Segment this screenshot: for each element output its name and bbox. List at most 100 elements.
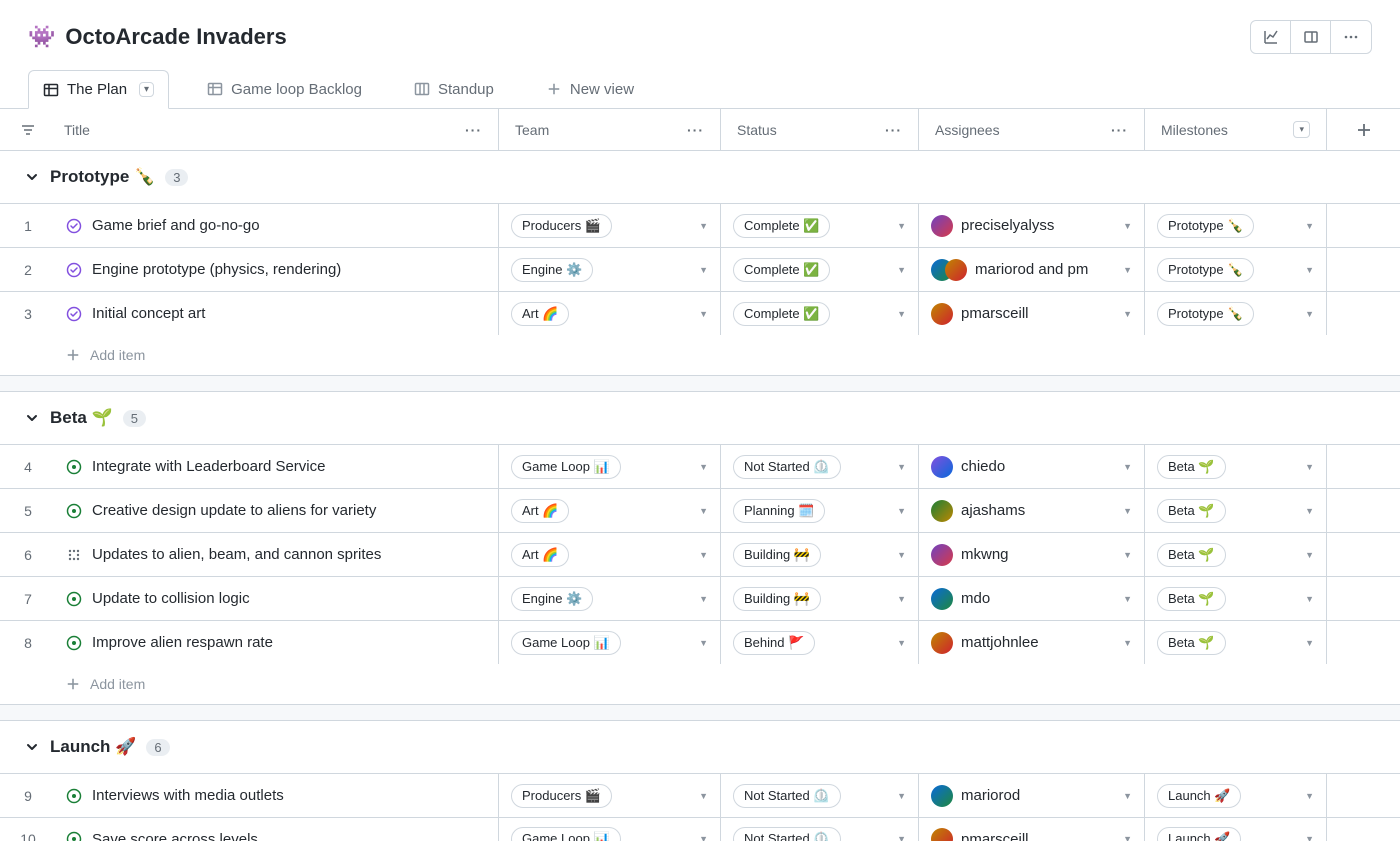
milestone-cell[interactable]: Beta 🌱▼ [1144,577,1326,620]
status-cell[interactable]: Not Started ⏲️▼ [720,445,918,488]
chevron-down-icon[interactable]: ▼ [699,309,708,319]
team-cell[interactable]: Producers 🎬▼ [498,774,720,817]
chevron-down-icon[interactable]: ▼ [699,462,708,472]
collapse-group-button[interactable] [24,169,40,185]
chevron-down-icon[interactable]: ▼ [699,221,708,231]
chevron-down-icon[interactable]: ▼ [699,791,708,801]
chevron-down-icon[interactable]: ▼ [1305,550,1314,560]
panel-toggle-button[interactable] [1291,21,1331,53]
team-cell[interactable]: Game Loop 📊▼ [498,445,720,488]
milestone-cell[interactable]: Prototype 🍾▼ [1144,292,1326,335]
column-assignees[interactable]: Assignees ··· [918,109,1144,150]
title-cell[interactable]: Engine prototype (physics, rendering) [56,248,498,291]
tab-dropdown-button[interactable]: ▾ [139,82,154,97]
table-row[interactable]: 3Initial concept artArt 🌈▼Complete ✅▼pma… [0,291,1400,335]
add-item-button[interactable]: Add item [0,335,1400,376]
tab-game-loop-backlog[interactable]: Game loop Backlog [193,71,376,108]
status-cell[interactable]: Complete ✅▼ [720,248,918,291]
column-menu-button[interactable]: ··· [687,122,704,138]
table-row[interactable]: 4Integrate with Leaderboard ServiceGame … [0,444,1400,488]
team-cell[interactable]: Art 🌈▼ [498,489,720,532]
table-row[interactable]: 8Improve alien respawn rateGame Loop 📊▼B… [0,620,1400,664]
chevron-down-icon[interactable]: ▼ [1123,550,1132,560]
chevron-down-icon[interactable]: ▼ [1123,506,1132,516]
tab-new-view[interactable]: New view [532,71,648,108]
status-cell[interactable]: Not Started ⏲️▼ [720,774,918,817]
add-column-button[interactable] [1326,109,1400,150]
chevron-down-icon[interactable]: ▼ [1123,221,1132,231]
status-cell[interactable]: Behind 🚩▼ [720,621,918,664]
chevron-down-icon[interactable]: ▼ [897,550,906,560]
column-menu-button[interactable]: ··· [465,122,482,138]
chevron-down-icon[interactable]: ▼ [1305,462,1314,472]
chevron-down-icon[interactable]: ▼ [897,221,906,231]
chevron-down-icon[interactable]: ▼ [699,594,708,604]
assignees-cell[interactable]: pmarsceill▼ [918,818,1144,841]
chevron-down-icon[interactable]: ▼ [699,550,708,560]
title-cell[interactable]: Save score across levels [56,818,498,841]
collapse-group-button[interactable] [24,739,40,755]
title-cell[interactable]: Game brief and go-no-go [56,204,498,247]
status-cell[interactable]: Complete ✅▼ [720,204,918,247]
tab-the-plan[interactable]: The Plan ▾ [28,70,169,109]
chevron-down-icon[interactable]: ▼ [1305,221,1314,231]
title-cell[interactable]: Creative design update to aliens for var… [56,489,498,532]
chevron-down-icon[interactable]: ▼ [897,265,906,275]
table-row[interactable]: 10Save score across levelsGame Loop 📊▼No… [0,817,1400,841]
chevron-down-icon[interactable]: ▼ [897,594,906,604]
table-row[interactable]: 9Interviews with media outletsProducers … [0,773,1400,817]
chevron-down-icon[interactable]: ▼ [1123,594,1132,604]
collapse-group-button[interactable] [24,410,40,426]
assignees-cell[interactable]: ajashams▼ [918,489,1144,532]
column-menu-button[interactable]: ··· [1111,122,1128,138]
insights-button[interactable] [1251,21,1291,53]
column-title[interactable]: Title ··· [56,109,498,150]
team-cell[interactable]: Engine ⚙️▼ [498,577,720,620]
column-milestones[interactable]: Milestones ▾ [1144,109,1326,150]
chevron-down-icon[interactable]: ▼ [897,834,906,841]
chevron-down-icon[interactable]: ▼ [897,791,906,801]
chevron-down-icon[interactable]: ▼ [897,462,906,472]
chevron-down-icon[interactable]: ▼ [1305,594,1314,604]
chevron-down-icon[interactable]: ▼ [1305,791,1314,801]
chevron-down-icon[interactable]: ▼ [1305,309,1314,319]
team-cell[interactable]: Game Loop 📊▼ [498,621,720,664]
status-cell[interactable]: Not Started ⏲️▼ [720,818,918,841]
milestone-cell[interactable]: Beta 🌱▼ [1144,621,1326,664]
title-cell[interactable]: Update to collision logic [56,577,498,620]
assignees-cell[interactable]: mariorod and pm▼ [918,248,1144,291]
status-cell[interactable]: Planning 🗓️▼ [720,489,918,532]
assignees-cell[interactable]: mdo▼ [918,577,1144,620]
team-cell[interactable]: Game Loop 📊▼ [498,818,720,841]
chevron-down-icon[interactable]: ▼ [1305,834,1314,841]
team-cell[interactable]: Engine ⚙️▼ [498,248,720,291]
column-status[interactable]: Status ··· [720,109,918,150]
milestone-cell[interactable]: Beta 🌱▼ [1144,533,1326,576]
chevron-down-icon[interactable]: ▼ [1123,462,1132,472]
chevron-down-icon[interactable]: ▼ [897,638,906,648]
chevron-down-icon[interactable]: ▼ [1123,638,1132,648]
title-cell[interactable]: Interviews with media outlets [56,774,498,817]
add-item-button[interactable]: Add item [0,664,1400,705]
column-dropdown-button[interactable]: ▾ [1293,121,1310,138]
status-cell[interactable]: Building 🚧▼ [720,577,918,620]
milestone-cell[interactable]: Prototype 🍾▼ [1144,248,1326,291]
chevron-down-icon[interactable]: ▼ [1123,834,1132,841]
table-row[interactable]: 7Update to collision logicEngine ⚙️▼Buil… [0,576,1400,620]
assignees-cell[interactable]: chiedo▼ [918,445,1144,488]
status-cell[interactable]: Complete ✅▼ [720,292,918,335]
chevron-down-icon[interactable]: ▼ [897,506,906,516]
team-cell[interactable]: Producers 🎬▼ [498,204,720,247]
milestone-cell[interactable]: Beta 🌱▼ [1144,489,1326,532]
chevron-down-icon[interactable]: ▼ [699,638,708,648]
milestone-cell[interactable]: Launch 🚀▼ [1144,818,1326,841]
assignees-cell[interactable]: preciselyalyss▼ [918,204,1144,247]
assignees-cell[interactable]: pmarsceill▼ [918,292,1144,335]
milestone-cell[interactable]: Beta 🌱▼ [1144,445,1326,488]
assignees-cell[interactable]: mariorod▼ [918,774,1144,817]
filter-button[interactable] [0,109,56,150]
table-row[interactable]: 2Engine prototype (physics, rendering)En… [0,247,1400,291]
assignees-cell[interactable]: mattjohnlee▼ [918,621,1144,664]
assignees-cell[interactable]: mkwng▼ [918,533,1144,576]
chevron-down-icon[interactable]: ▼ [1305,638,1314,648]
